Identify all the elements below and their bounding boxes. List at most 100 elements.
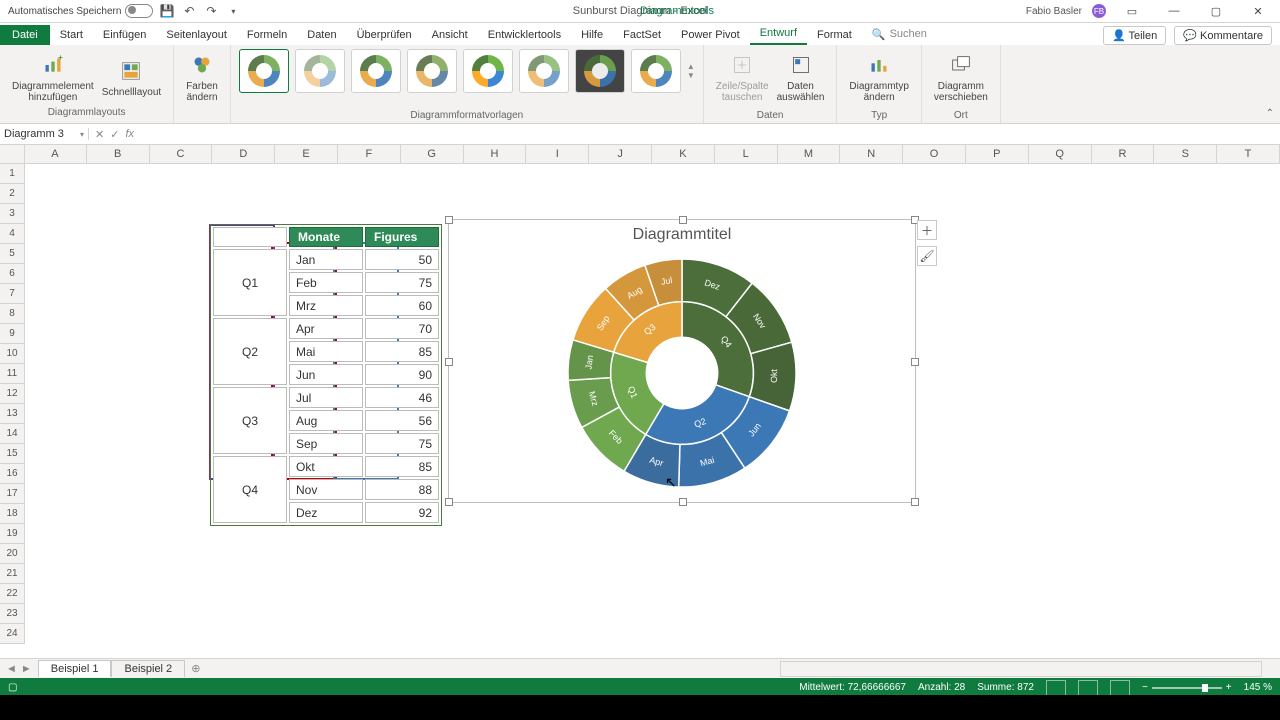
col-header-O[interactable]: O	[903, 145, 966, 163]
tab-help[interactable]: Hilfe	[571, 25, 613, 45]
table-cell-value[interactable]: 75	[365, 272, 439, 293]
row-header-21[interactable]: 21	[0, 564, 24, 584]
select-all-triangle[interactable]	[0, 145, 25, 164]
chart-handle-n[interactable]	[679, 216, 687, 224]
chart-elements-button[interactable]: ＋	[917, 220, 937, 240]
chart-handle-w[interactable]	[445, 358, 453, 366]
fx-icon[interactable]: fx	[125, 128, 134, 141]
table-cell-month[interactable]: Jan	[289, 249, 363, 270]
new-sheet-icon[interactable]: ⊕	[185, 660, 206, 677]
chart-handle-nw[interactable]	[445, 216, 453, 224]
table-cell-month[interactable]: Jul	[289, 387, 363, 408]
move-chart-button[interactable]: Diagramm verschieben	[930, 49, 992, 105]
zoom-in-icon[interactable]: +	[1226, 682, 1232, 693]
table-cell-value[interactable]: 88	[365, 479, 439, 500]
tab-view[interactable]: Ansicht	[422, 25, 478, 45]
chart-handle-se[interactable]	[911, 498, 919, 506]
tab-start[interactable]: Start	[50, 25, 93, 45]
change-chart-type-button[interactable]: Diagrammtyp ändern	[845, 49, 912, 105]
sunburst-chart[interactable]: Q4DezNovOktQ2JunMaiAprQ1FebMrzJanQ3SepAu…	[563, 254, 801, 492]
share-button[interactable]: 👤 Teilen	[1103, 26, 1166, 45]
chart-style-3[interactable]	[351, 49, 401, 93]
col-header-M[interactable]: M	[778, 145, 841, 163]
table-cell-month[interactable]: Apr	[289, 318, 363, 339]
row-header-2[interactable]: 2	[0, 184, 24, 204]
record-macro-icon[interactable]: ▢	[0, 682, 17, 693]
maximize-icon[interactable]: ▢	[1200, 1, 1232, 21]
view-page-break-icon[interactable]	[1110, 680, 1130, 696]
col-header-P[interactable]: P	[966, 145, 1029, 163]
undo-icon[interactable]: ↶	[181, 3, 197, 19]
table-cell-month[interactable]: Aug	[289, 410, 363, 431]
tab-formulas[interactable]: Formeln	[237, 25, 297, 45]
worksheet-grid[interactable]: 123456789101112131415161718192021222324 …	[0, 164, 1280, 658]
table-cell-month[interactable]: Feb	[289, 272, 363, 293]
chart-style-4[interactable]	[407, 49, 457, 93]
view-page-layout-icon[interactable]	[1078, 680, 1098, 696]
row-header-8[interactable]: 8	[0, 304, 24, 324]
row-header-1[interactable]: 1	[0, 164, 24, 184]
tab-file[interactable]: Datei	[0, 25, 50, 45]
row-header-15[interactable]: 15	[0, 444, 24, 464]
toggle-off-icon[interactable]	[125, 4, 153, 18]
row-header-17[interactable]: 17	[0, 484, 24, 504]
table-cell-value[interactable]: 50	[365, 249, 439, 270]
chart-style-2[interactable]	[295, 49, 345, 93]
col-header-I[interactable]: I	[526, 145, 589, 163]
chart-handle-e[interactable]	[911, 358, 919, 366]
table-cell-value[interactable]: 60	[365, 295, 439, 316]
zoom-out-icon[interactable]: −	[1142, 682, 1148, 693]
col-header-L[interactable]: L	[715, 145, 778, 163]
col-header-R[interactable]: R	[1092, 145, 1155, 163]
chart-style-8[interactable]	[631, 49, 681, 93]
col-header-F[interactable]: F	[338, 145, 401, 163]
table-cell-month[interactable]: Okt	[289, 456, 363, 477]
row-header-7[interactable]: 7	[0, 284, 24, 304]
col-header-C[interactable]: C	[150, 145, 213, 163]
chart-styles-gallery[interactable]: ▲▼	[239, 49, 695, 93]
table-cell-quarter[interactable]: Q1	[213, 249, 287, 316]
chart-title[interactable]: Diagrammtitel	[449, 226, 915, 244]
row-header-11[interactable]: 11	[0, 364, 24, 384]
view-normal-icon[interactable]	[1046, 680, 1066, 696]
horizontal-scrollbar[interactable]	[780, 661, 1262, 677]
table-cell-month[interactable]: Dez	[289, 502, 363, 523]
row-header-24[interactable]: 24	[0, 624, 24, 644]
row-header-5[interactable]: 5	[0, 244, 24, 264]
tab-powerpivot[interactable]: Power Pivot	[671, 25, 750, 45]
row-header-12[interactable]: 12	[0, 384, 24, 404]
close-icon[interactable]: ✕	[1242, 1, 1274, 21]
cancel-formula-icon[interactable]: ✕	[95, 128, 104, 141]
col-header-J[interactable]: J	[589, 145, 652, 163]
qat-customize-icon[interactable]: ▾	[225, 3, 241, 19]
col-header-G[interactable]: G	[401, 145, 464, 163]
zoom-slider[interactable]: − +	[1142, 682, 1232, 693]
chart-style-7[interactable]	[575, 49, 625, 93]
sheet-nav-next-icon[interactable]: ►	[21, 663, 32, 675]
redo-icon[interactable]: ↷	[203, 3, 219, 19]
add-chart-element-button[interactable]: + Diagrammelement hinzufügen	[8, 49, 98, 105]
change-colors-button[interactable]: Farben ändern	[182, 49, 222, 105]
col-header-B[interactable]: B	[87, 145, 150, 163]
tab-design[interactable]: Entwurf	[750, 23, 807, 45]
col-header-N[interactable]: N	[840, 145, 903, 163]
table-cell-value[interactable]: 92	[365, 502, 439, 523]
row-header-18[interactable]: 18	[0, 504, 24, 524]
table-cell-month[interactable]: Nov	[289, 479, 363, 500]
table-cell-value[interactable]: 56	[365, 410, 439, 431]
chart-style-6[interactable]	[519, 49, 569, 93]
table-cell-value[interactable]: 85	[365, 341, 439, 362]
row-header-19[interactable]: 19	[0, 524, 24, 544]
table-cell-value[interactable]: 46	[365, 387, 439, 408]
enter-formula-icon[interactable]: ✓	[110, 128, 119, 141]
tab-insert[interactable]: Einfügen	[93, 25, 156, 45]
user-avatar-icon[interactable]: FB	[1092, 4, 1106, 18]
chart-object[interactable]: Diagrammtitel Q4DezNovOktQ2JunMaiAprQ1Fe…	[448, 219, 916, 503]
save-icon[interactable]: 💾	[159, 3, 175, 19]
table-cell-value[interactable]: 70	[365, 318, 439, 339]
row-header-16[interactable]: 16	[0, 464, 24, 484]
col-header-K[interactable]: K	[652, 145, 715, 163]
row-header-13[interactable]: 13	[0, 404, 24, 424]
data-table[interactable]: Monate Figures Q1Jan50Feb75Mrz60Q2Apr70M…	[210, 224, 442, 526]
sheet-tab-2[interactable]: Beispiel 2	[111, 660, 185, 677]
